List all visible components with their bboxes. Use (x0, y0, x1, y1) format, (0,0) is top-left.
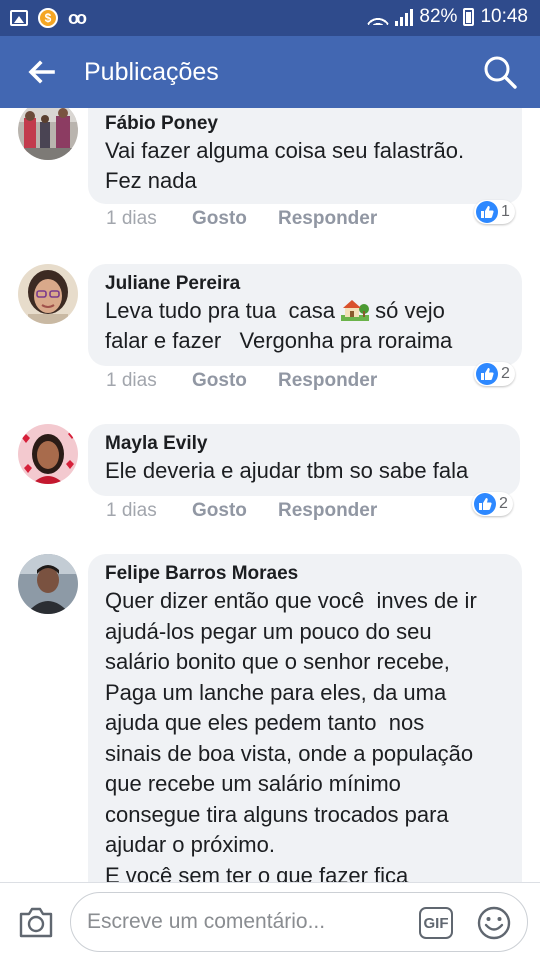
reaction-count[interactable]: 2 (472, 492, 513, 516)
smiley-icon[interactable] (476, 905, 512, 941)
status-left: $ oo (10, 8, 87, 28)
comment-time: 1 dias (106, 500, 157, 521)
comment-bubble[interactable]: Juliane Pereira Leva tudo pra tua casa s… (88, 264, 522, 366)
reaction-number: 1 (501, 203, 510, 220)
battery-icon (463, 8, 475, 26)
comment-time: 1 dias (106, 208, 157, 229)
search-icon[interactable] (482, 54, 518, 90)
clock: 10:48 (480, 6, 528, 27)
comment-text: Leva tudo pra tua casa só vejo falar e f… (105, 296, 505, 356)
reply-button[interactable]: Responder (278, 208, 377, 230)
camera-icon[interactable] (18, 905, 54, 939)
signal-icon (395, 8, 414, 26)
wifi-icon (367, 9, 390, 25)
comment-bubble[interactable]: Mayla Evily Ele deveria e ajudar tbm so … (88, 424, 520, 496)
like-button[interactable]: Gosto (192, 500, 278, 522)
like-button[interactable]: Gosto (192, 208, 278, 230)
comment-time: 1 dias (106, 370, 157, 391)
battery-percent: 82% (419, 6, 458, 27)
status-bar: $ oo 82% 10:48 (0, 0, 540, 36)
avatar[interactable] (18, 554, 78, 614)
reply-button[interactable]: Responder (278, 370, 377, 392)
avatar[interactable] (18, 424, 78, 484)
comment-actions: 1 dias Gosto Responder (106, 208, 377, 230)
comment-actions: 1 dias Gosto Responder (106, 370, 377, 392)
reply-button[interactable]: Responder (278, 500, 377, 522)
comment-input[interactable] (87, 907, 407, 937)
reaction-number: 2 (499, 495, 508, 512)
gif-button[interactable]: GIF (419, 907, 453, 939)
avatar[interactable] (18, 108, 78, 160)
page-title: Publicações (84, 58, 219, 86)
status-right: 82% 10:48 (367, 6, 528, 28)
comment-actions: 1 dias Gosto Responder (106, 500, 377, 522)
reaction-number: 2 (501, 365, 510, 382)
comment-text: Ele deveria e ajudar tbm so sabe fala (105, 458, 469, 483)
comment-bubble[interactable]: Felipe Barros Moraes Quer dizer então qu… (88, 554, 522, 882)
comment-text: Quer dizer então que você inves de ir aj… (105, 588, 477, 882)
comment-text-part: Leva tudo pra tua casa (105, 298, 342, 323)
coin-icon: $ (38, 8, 58, 28)
reaction-count[interactable]: 1 (474, 200, 515, 224)
thumbs-up-icon (476, 201, 498, 223)
app-bar: Publicações (0, 36, 540, 108)
comment-text: Vai fazer alguma coisa seu falastrão. Fe… (105, 138, 465, 193)
like-button[interactable]: Gosto (192, 370, 278, 392)
comment-author[interactable]: Fábio Poney (105, 112, 505, 136)
comment-author[interactable]: Mayla Evily (105, 432, 503, 456)
thumbs-up-icon (474, 493, 496, 515)
comment-author[interactable]: Felipe Barros Moraes (105, 562, 505, 586)
reaction-count[interactable]: 2 (474, 362, 515, 386)
thumbs-up-icon (476, 363, 498, 385)
comment-composer: GIF (0, 882, 540, 960)
comment-bubble[interactable]: Fábio Poney Vai fazer alguma coisa seu f… (88, 108, 522, 204)
image-icon (10, 10, 28, 26)
comment-input-box[interactable]: GIF (70, 892, 528, 952)
voicemail-icon: oo (68, 8, 87, 28)
avatar[interactable] (18, 264, 78, 324)
house-with-garden-icon (341, 300, 370, 321)
arrow-left-icon[interactable] (26, 57, 56, 87)
comment-author[interactable]: Juliane Pereira (105, 272, 505, 296)
comment-list: Fábio Poney Vai fazer alguma coisa seu f… (0, 108, 540, 882)
